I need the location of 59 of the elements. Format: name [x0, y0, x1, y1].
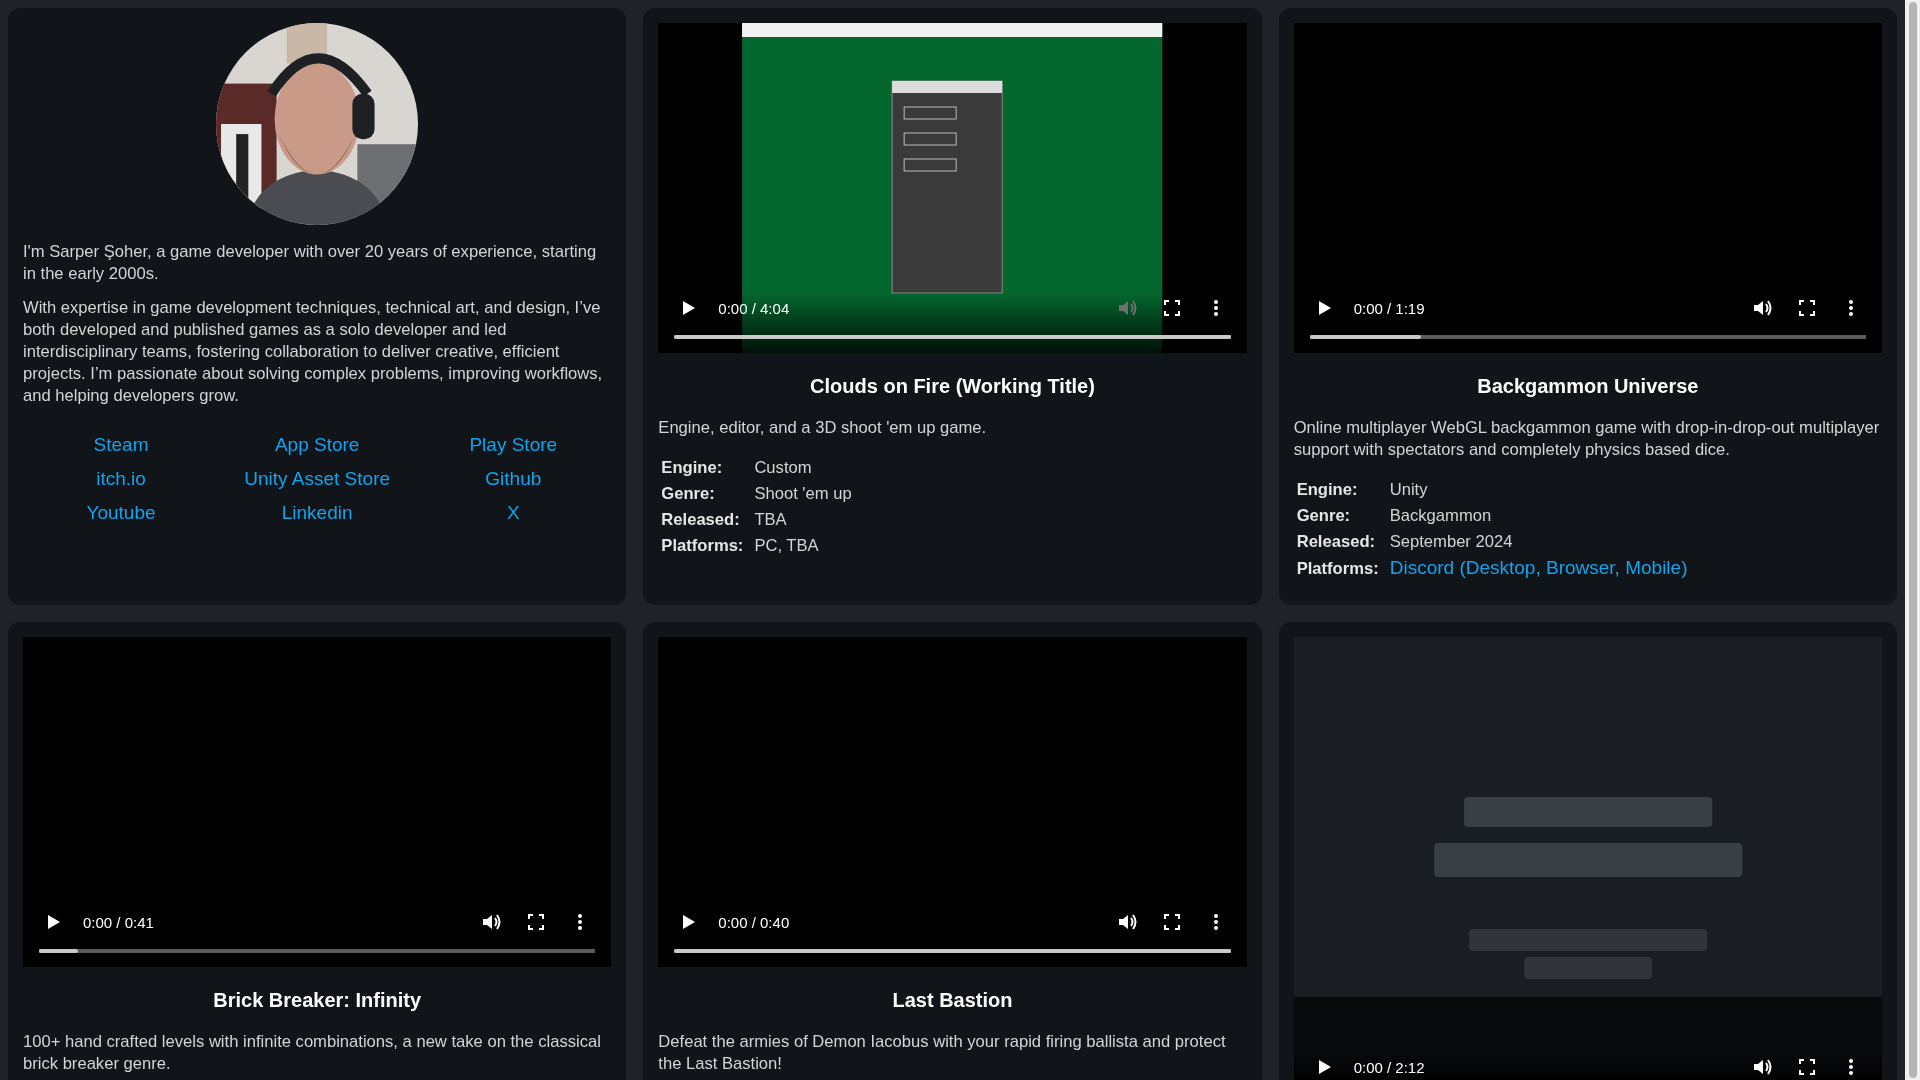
detail-label: Engine:: [660, 457, 724, 479]
fullscreen-icon[interactable]: [528, 914, 545, 930]
play-icon[interactable]: [1317, 300, 1332, 316]
more-options-icon[interactable]: [1849, 1059, 1853, 1075]
project-description: Online multiplayer WebGL backgammon game with drop-in-drop-out multiplayer support with spectators and completely physics based dice.: [1293, 417, 1881, 461]
fullscreen-icon[interactable]: [1163, 914, 1180, 930]
volume-icon[interactable]: [482, 913, 503, 931]
profile-link[interactable]: Github: [485, 467, 542, 491]
detail-link[interactable]: Discord (Desktop, Browser, Mobile): [1386, 555, 1691, 582]
project-title: Brick Breaker: Infinity: [212, 988, 423, 1013]
project-title: Backgammon Universe: [1476, 374, 1700, 399]
volume-icon[interactable]: [1117, 913, 1138, 931]
profile-link[interactable]: Unity Asset Store: [244, 467, 391, 491]
detail-value: Custom: [753, 457, 813, 479]
profile-link[interactable]: Youtube: [86, 501, 156, 525]
video-time: 0:00 / 4:04: [718, 299, 790, 317]
detail-value: Shoot 'em up: [753, 483, 853, 505]
more-options-icon[interactable]: [1849, 300, 1853, 316]
detail-label: Released:: [1295, 531, 1377, 553]
project-title: Clouds on Fire (Working Title): [809, 374, 1096, 399]
profile-link[interactable]: Linkedin: [281, 501, 353, 525]
detail-value: Backgammon: [1388, 505, 1493, 527]
play-icon[interactable]: [1317, 1059, 1332, 1075]
project-description: Defeat the armies of Demon Iacobus with your rapid firing ballista and protect the Last Bastion!: [658, 1031, 1227, 1075]
detail-value: September 2024: [1388, 531, 1514, 553]
detail-label: Released:: [660, 509, 741, 531]
play-icon[interactable]: [682, 300, 697, 316]
more-options-icon[interactable]: [1213, 300, 1218, 316]
project-description: 100+ hand crafted levels with infinite combinations, a new take on the classical brick breaker genre.: [23, 1031, 602, 1075]
play-icon[interactable]: [682, 914, 697, 930]
detail-label: Genre:: [660, 483, 716, 505]
detail-value: Unity: [1388, 479, 1429, 501]
profile-link[interactable]: itch.io: [96, 467, 146, 491]
profile-link[interactable]: App Store: [274, 433, 360, 457]
video-time: 0:00 / 2:12: [1353, 1058, 1425, 1076]
fullscreen-icon[interactable]: [1163, 300, 1180, 316]
fullscreen-icon[interactable]: [1799, 300, 1815, 316]
video-time: 0:00 / 0:41: [83, 913, 154, 931]
bio-paragraph: With expertise in game development techniques, technical art, and design, I’ve both developed and published games as a solo developer and led interdisciplinary teams, fostering collaboration to deliver creative, efficient projects. I’m passionate about solving complex problems, improving workflows, and helping developers grow.: [23, 297, 604, 407]
detail-label: Genre:: [1295, 505, 1352, 527]
profile-link[interactable]: X: [506, 501, 520, 525]
project-title: Last Bastion: [891, 988, 1014, 1013]
detail-value: PC, TBA: [753, 535, 820, 557]
profile-link[interactable]: Steam: [93, 433, 149, 457]
bio-paragraph: I'm Sarper Şoher, a game developer with over 20 years of experience, starting in the early 2000s.: [23, 241, 598, 285]
project-description: Engine, editor, and a 3D shoot 'em up game.: [658, 417, 988, 439]
detail-value: TBA: [753, 509, 788, 531]
profile-link[interactable]: Play Store: [469, 433, 558, 457]
detail-label: Platforms:: [660, 535, 745, 557]
fullscreen-icon[interactable]: [1799, 1059, 1815, 1075]
volume-icon[interactable]: [1753, 1058, 1773, 1076]
more-options-icon[interactable]: [578, 914, 583, 930]
video-time: 0:00 / 0:40: [718, 913, 790, 931]
video-time: 0:00 / 1:19: [1353, 299, 1425, 317]
detail-label: Engine:: [1295, 479, 1359, 501]
volume-icon[interactable]: [1753, 299, 1773, 317]
detail-label: Platforms:: [1295, 558, 1380, 580]
play-icon[interactable]: [47, 914, 61, 930]
more-options-icon[interactable]: [1213, 914, 1218, 930]
